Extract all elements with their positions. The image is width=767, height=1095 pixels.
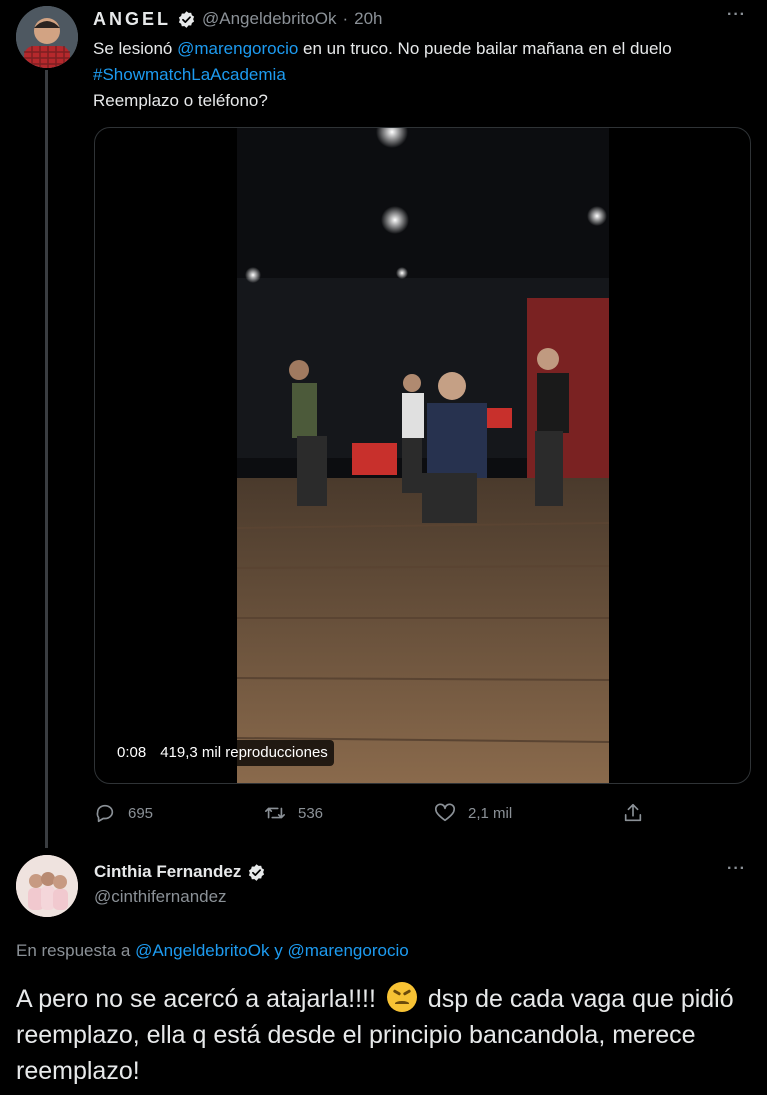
tweet-header: ANGEL @AngeldebritoOk · 20h [93,6,383,32]
author-name[interactable]: Cinthia Fernandez [94,862,241,882]
reply-context: En respuesta a @AngeldebritoOk y @mareng… [16,941,409,961]
like-button[interactable]: 2,1 mil [434,800,512,826]
avatar[interactable] [16,855,78,917]
video-thumbnail [237,128,609,783]
avatar[interactable] [16,6,78,68]
share-icon [624,803,642,822]
video-frame[interactable] [237,128,609,783]
author-handle[interactable]: @cinthifernandez [94,887,227,907]
author-handle[interactable]: @AngeldebritoOk [202,9,336,29]
video-player[interactable]: 0:08 419,3 mil reproducciones [94,127,751,784]
like-count: 2,1 mil [468,804,513,822]
tweet-text: A pero no se acercó a atajarla!!!! dsp d… [16,981,756,1089]
video-duration: 0:08 [117,744,147,761]
video-views: 419,3 mil reproducciones [160,744,328,761]
more-options-icon[interactable]: ··· [727,6,746,24]
retweet-button[interactable]: 536 [264,800,323,826]
more-options-icon[interactable]: ··· [727,860,746,878]
mention-link[interactable]: @AngeldebritoOk [135,941,269,960]
tweet-text-part: A pero no se acercó a atajarla!!!! [16,985,383,1013]
tweet-text: Se lesionó @marengorocio en un truco. No… [93,36,743,114]
verified-icon [249,863,265,881]
reply-icon [96,804,114,823]
avatar-angel-image [16,6,78,68]
reply-button[interactable]: 695 [94,800,153,826]
hashtag-link[interactable]: #ShowmatchLaAcademia [93,65,286,84]
tweet-actions-bar: 695 536 2,1 mil [94,800,654,826]
reply-conjunction: y [269,941,288,960]
mention-link[interactable]: @marengorocio [287,941,408,960]
thread-connector-line [45,70,48,848]
retweet-icon [265,807,285,819]
retweet-count: 536 [298,804,324,822]
like-icon [435,803,455,822]
avatar-cinthia-image [16,855,78,917]
verified-icon [178,10,195,28]
separator-dot: · [342,9,349,28]
tweet-text-part: en un truco. No puede bailar mañana en e… [298,39,672,58]
mention-link[interactable]: @marengorocio [177,39,298,58]
share-button[interactable] [622,800,644,826]
reply-prefix: En respuesta a [16,941,136,960]
reply-count: 695 [128,804,154,822]
confounded-face-emoji-icon [386,982,417,1012]
author-name[interactable]: ANGEL [93,9,171,30]
video-info-overlay: 0:08 419,3 mil reproducciones [111,740,334,766]
tweet-text-part: Se lesionó [93,39,178,58]
tweet-text-line: Reemplazo o teléfono? [93,91,268,110]
tweet-header: Cinthia Fernandez [94,860,266,884]
tweet-time[interactable]: 20h [354,9,382,29]
